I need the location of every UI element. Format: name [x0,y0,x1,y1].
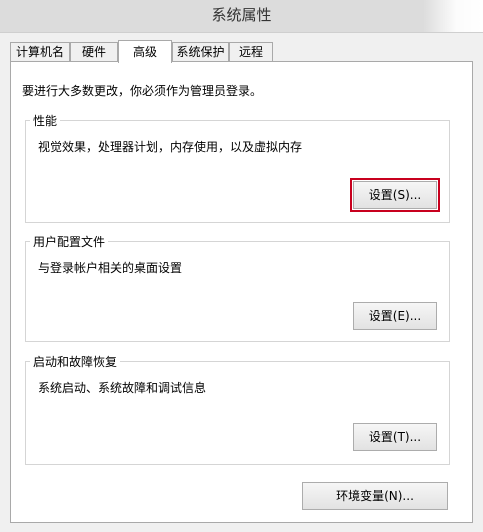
environment-variables-button[interactable]: 环境变量(N)... [302,482,448,510]
startup-recovery-group-title: 启动和故障恢复 [30,353,121,370]
startup-recovery-group: 启动和故障恢复 系统启动、系统故障和调试信息 设置(T)... [25,353,450,465]
system-properties-window: 系统属性 计算机名 硬件 高级 系统保护 远程 要进行大多数更改，你必须作为管理… [0,0,483,532]
performance-description: 视觉效果，处理器计划，内存使用，以及虚拟内存 [38,140,303,154]
performance-settings-button[interactable]: 设置(S)... [350,178,440,212]
tab-remote[interactable]: 远程 [229,42,273,61]
performance-group-title: 性能 [30,112,61,129]
user-profiles-description: 与登录帐户相关的桌面设置 [38,261,183,275]
title-bar[interactable]: 系统属性 [0,0,483,33]
startup-recovery-settings-button[interactable]: 设置(T)... [353,423,437,451]
performance-group: 性能 视觉效果，处理器计划，内存使用，以及虚拟内存 设置(S)... [25,112,450,223]
user-profiles-settings-button[interactable]: 设置(E)... [353,302,437,330]
user-profiles-group-title: 用户配置文件 [30,233,109,250]
tab-computer-name[interactable]: 计算机名 [10,42,70,61]
startup-recovery-description: 系统启动、系统故障和调试信息 [38,381,207,395]
tab-hardware[interactable]: 硬件 [70,42,118,61]
tab-system-protection[interactable]: 系统保护 [172,42,229,61]
user-profiles-group: 用户配置文件 与登录帐户相关的桌面设置 设置(E)... [25,233,450,342]
admin-notice: 要进行大多数更改，你必须作为管理员登录。 [22,84,263,98]
window-title: 系统属性 [211,6,272,24]
window-controls-area [423,0,483,32]
tab-advanced[interactable]: 高级 [118,40,172,63]
